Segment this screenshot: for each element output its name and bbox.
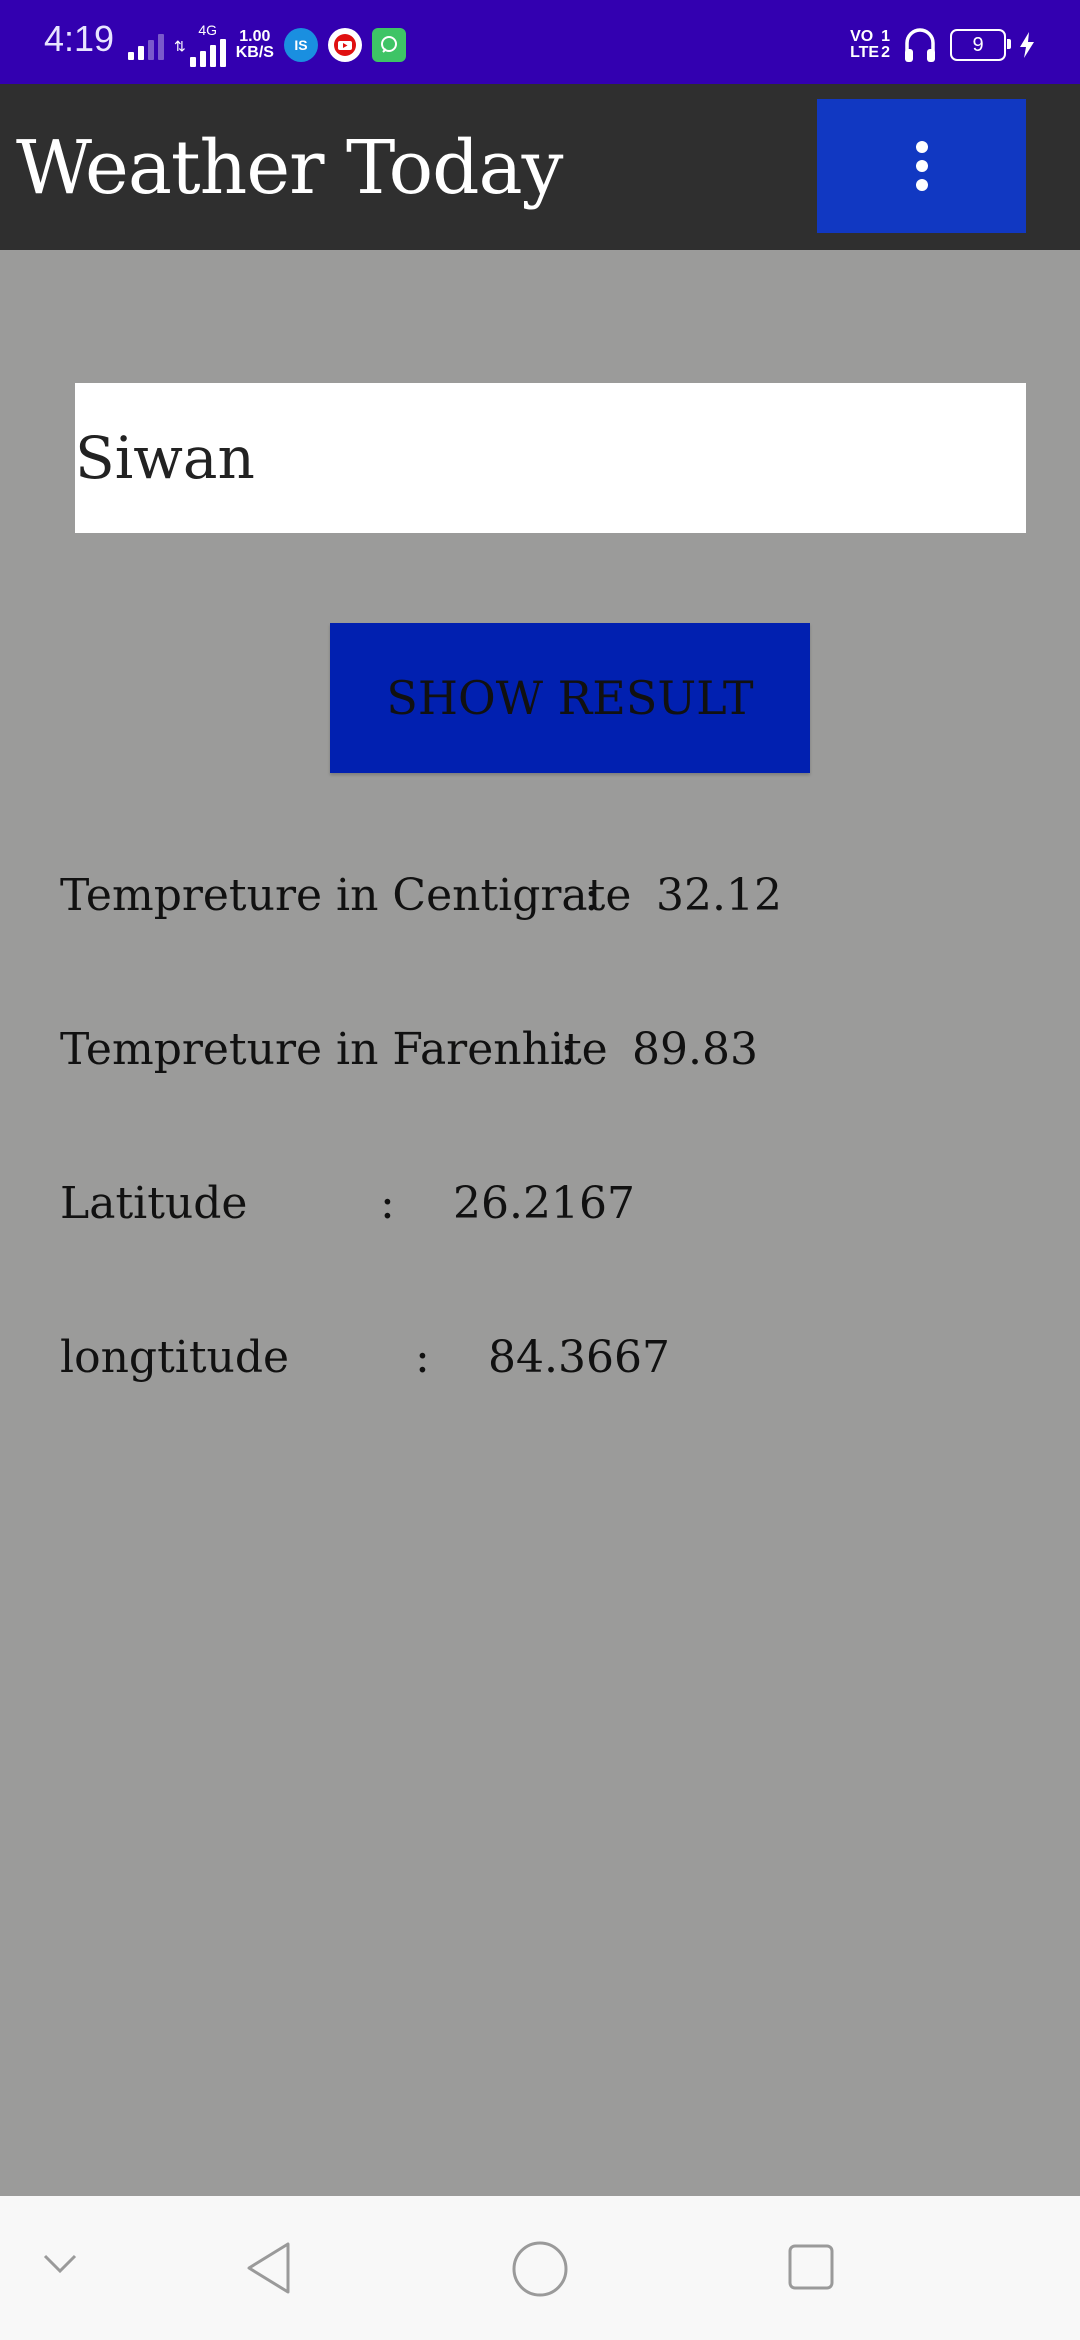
- battery-level: 9: [972, 33, 984, 56]
- app-title: Weather Today: [16, 125, 563, 211]
- signal-icon: [128, 30, 164, 60]
- charging-icon: [1020, 32, 1034, 58]
- recents-icon[interactable]: [787, 2242, 835, 2292]
- net-speed-unit: KB/S: [235, 44, 274, 61]
- network-type: 4G: [198, 22, 218, 38]
- result-row-longitude: longtitude : 84.3667: [60, 1332, 670, 1383]
- result-row-fahrenheit: Tempreture in Farenhite : 89.83: [60, 1024, 758, 1075]
- more-vert-icon: [915, 141, 928, 191]
- result-label: Tempreture in Farenhite: [60, 1024, 608, 1075]
- result-row-latitude: Latitude : 26.2167: [60, 1178, 635, 1229]
- chat-app-icon: [371, 28, 406, 62]
- overflow-menu-button[interactable]: [817, 99, 1026, 233]
- city-input[interactable]: [75, 383, 1026, 533]
- result-colon: :: [380, 1178, 395, 1229]
- result-label: Latitude: [60, 1178, 248, 1229]
- net-speed-value: 1.00: [239, 28, 271, 45]
- volte-icon: VO LTE 1 2: [850, 28, 890, 61]
- status-icons-right: VO LTE 1 2 9: [850, 20, 1036, 70]
- result-colon: :: [415, 1332, 430, 1383]
- headphones-icon: [905, 28, 935, 62]
- status-time: 4:19: [44, 18, 115, 59]
- status-icons-left: ⇅ 4G 1.00 KB/S IS: [128, 20, 406, 70]
- net-speed: 1.00 KB/S: [236, 29, 274, 61]
- result-row-centigrade: Tempreture in Centigrate : 32.12: [60, 870, 782, 921]
- app-bar: Weather Today: [0, 84, 1080, 250]
- result-value: 26.2167: [453, 1178, 635, 1229]
- navigation-bar: [0, 2196, 1080, 2340]
- youtube-icon: [327, 28, 362, 62]
- chevron-down-icon[interactable]: [42, 2252, 78, 2276]
- battery-icon: 9: [950, 29, 1011, 61]
- status-bar: 4:19 ⇅ 4G 1.00 KB/S IS VO LTE 1 2 9: [0, 0, 1080, 84]
- show-result-button[interactable]: SHOW RESULT: [330, 623, 810, 773]
- home-icon[interactable]: [511, 2240, 569, 2298]
- result-value: 84.3667: [488, 1332, 670, 1383]
- back-icon[interactable]: [244, 2240, 294, 2296]
- is-app-icon: IS: [283, 28, 318, 62]
- mobile-data-icon: ⇅ 4G: [174, 23, 226, 67]
- result-value: 32.12: [656, 870, 782, 921]
- result-colon: :: [584, 870, 599, 921]
- result-colon: :: [560, 1024, 575, 1075]
- result-label: longtitude: [60, 1332, 290, 1383]
- result-label: Tempreture in Centigrate: [60, 870, 632, 921]
- result-value: 89.83: [632, 1024, 758, 1075]
